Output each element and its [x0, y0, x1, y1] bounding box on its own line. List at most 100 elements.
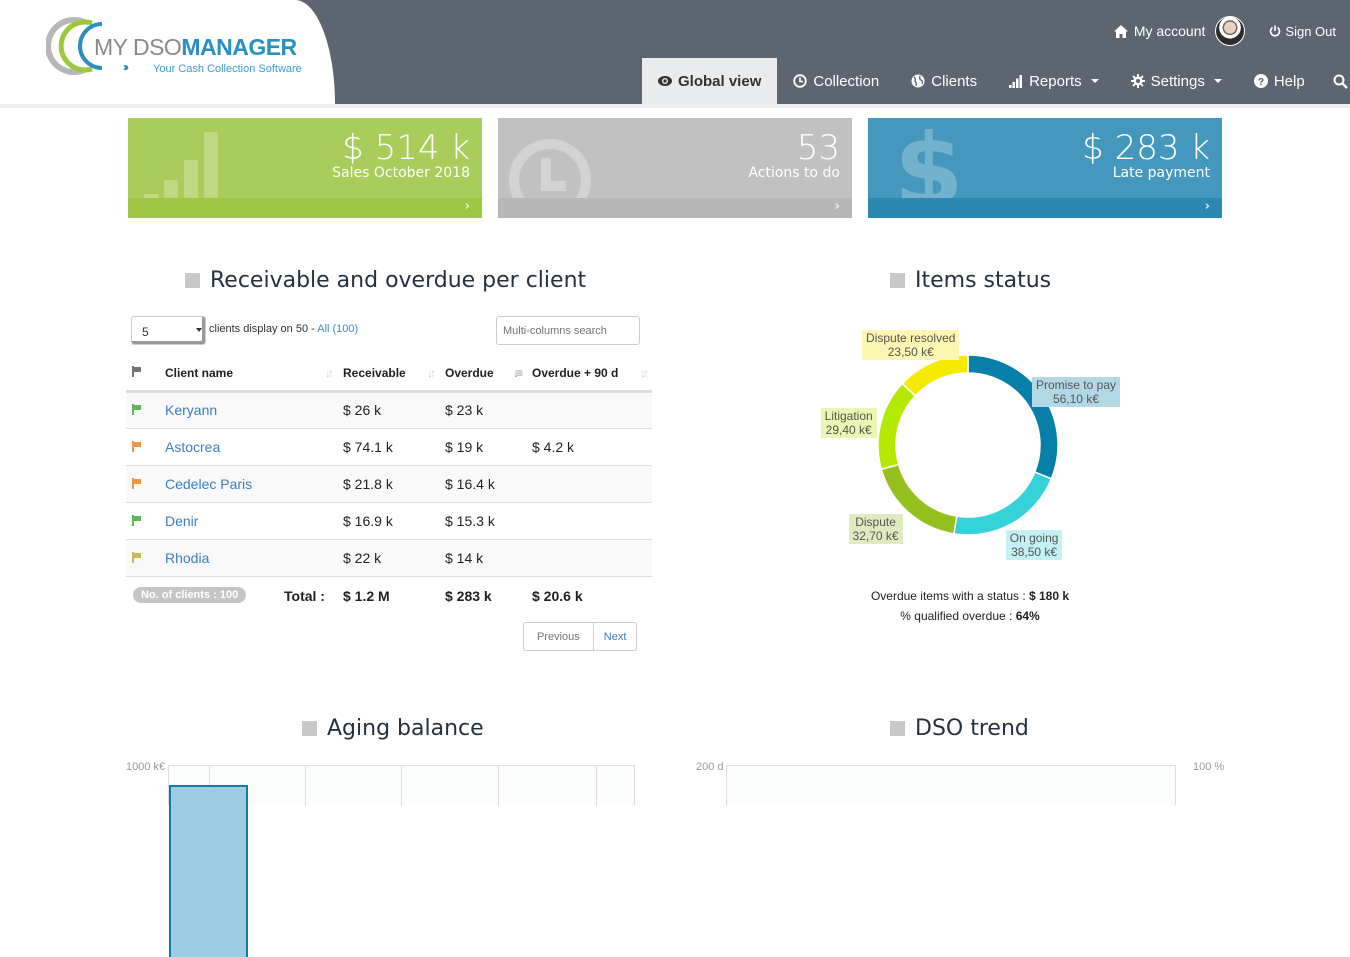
kpi-actions-card[interactable]: 53 Actions to do ›	[498, 118, 852, 218]
nav-global-view[interactable]: Global view	[642, 58, 778, 104]
kpi-late-payment-card[interactable]: $ $ 283 k Late payment ›	[868, 118, 1222, 218]
table-row[interactable]: Astocrea $ 74.1 k $ 19 k $ 4.2 k	[126, 428, 652, 466]
multi-column-search-input[interactable]	[496, 316, 640, 345]
donut-slice-promise-to-pay[interactable]	[967, 354, 1059, 480]
donut-label-category: Dispute resolved	[866, 330, 956, 345]
flag-icon	[132, 440, 142, 452]
aging-bar[interactable]	[169, 785, 248, 957]
gear-icon	[1130, 74, 1145, 88]
kpi-value: 53	[796, 128, 840, 168]
nav-settings[interactable]: Settings	[1115, 58, 1238, 104]
show-all-link[interactable]: All (100)	[317, 323, 358, 335]
client-count-badge: No. of clients : 100	[133, 587, 247, 603]
donut-slice-on-going[interactable]	[953, 471, 1053, 536]
donut-label-category: Litigation	[824, 408, 873, 423]
donut-label-value: 32,70 k€	[852, 529, 899, 544]
search-button[interactable]	[1321, 58, 1350, 104]
aging-chart-area	[168, 765, 635, 957]
donut-label-value: 56,10 k€	[1052, 392, 1099, 407]
items-status-title: Items status	[890, 268, 1051, 293]
logo-word-light: MY DSO	[94, 34, 182, 60]
client-link[interactable]: Cedelec Paris	[165, 476, 252, 492]
nav-collection[interactable]: Collection	[777, 58, 895, 104]
logo-tagline: Your Cash Collection Software	[153, 63, 302, 75]
donut-label-value: 23,50 k€	[887, 344, 934, 359]
client-link[interactable]: Keryann	[165, 402, 217, 418]
table-row[interactable]: Rhodia $ 22 k $ 14 k	[126, 539, 652, 577]
dso-y-left-tick: 200 d	[696, 761, 724, 773]
overdue-90-header[interactable]: Overdue + 90 d ↓↑	[526, 357, 652, 393]
next-page-button[interactable]: Next	[594, 623, 637, 650]
donut-label: Dispute 32,70 k€	[848, 514, 903, 545]
total-label: Total :	[284, 588, 325, 604]
flag-cell[interactable]	[126, 428, 159, 466]
nav-label: Help	[1273, 72, 1305, 90]
table-controls: 5 clients display on 50 - All (100)	[131, 316, 640, 346]
receivable-header[interactable]: Receivable ↓↑	[337, 357, 439, 393]
aging-title-text: Aging balance	[327, 716, 484, 741]
overdue-cell: $ 19 k	[439, 428, 526, 466]
donut-label: Litigation 29,40 k€	[820, 407, 877, 438]
kpi-label: Late payment	[1112, 165, 1210, 181]
summary-label: Overdue items with a status :	[870, 589, 1029, 603]
donut-label-value: 38,50 k€	[1011, 544, 1058, 559]
topbar: My account Sign Out	[1113, 14, 1336, 48]
overdue-header[interactable]: Overdue ↓≡	[439, 357, 526, 393]
receivable-cell: $ 74.1 k	[337, 428, 439, 466]
kpi-sales-card[interactable]: $ 514 k Sales October 2018 ›	[128, 118, 482, 218]
donut-label-category: On going	[1009, 530, 1059, 545]
eye-icon	[658, 76, 672, 86]
question-icon: ?	[1253, 74, 1268, 88]
table-row[interactable]: Cedelec Paris $ 21.8 k $ 16.4 k	[126, 465, 652, 503]
flag-cell[interactable]	[126, 465, 159, 503]
flag-cell[interactable]	[126, 502, 159, 540]
donut-slice-litigation[interactable]	[877, 382, 917, 471]
flag-cell[interactable]	[126, 391, 159, 429]
kpi-footer[interactable]: ›	[868, 198, 1222, 218]
clients-table: Client name ↓↑ Receivable ↓↑ Overdue ↓≡ Ove…	[126, 357, 652, 577]
gridline	[305, 766, 306, 806]
home-icon	[1113, 24, 1128, 38]
sort-icon: ↓↑	[427, 366, 436, 380]
header-underline	[0, 104, 1350, 108]
client-name-header[interactable]: Client name ↓↑	[159, 357, 337, 393]
sort-icon: ↓↑	[640, 366, 649, 380]
gridline	[401, 766, 402, 806]
nav-clients[interactable]: Clients	[895, 58, 993, 104]
previous-page-button[interactable]: Previous	[524, 623, 594, 650]
chevron-right-icon: ›	[1204, 199, 1210, 214]
svg-text:?: ?	[1258, 77, 1264, 88]
kpi-footer[interactable]: ›	[128, 198, 482, 218]
avatar[interactable]	[1215, 16, 1246, 46]
totals-row: No. of clients : 100 Total : $ 1.2 M $ 2…	[126, 583, 652, 609]
items-status-title-text: Items status	[915, 268, 1052, 293]
globe-icon	[911, 74, 925, 88]
logo[interactable]: MY DSOMANAGER ››› Your Cash Collection S…	[0, 0, 335, 104]
display-text: clients display on 50 -	[209, 323, 318, 335]
table-row[interactable]: Denir $ 16.9 k $ 15.3 k	[126, 502, 652, 540]
donut-label-category: Promise to pay	[1035, 378, 1116, 393]
nav-reports[interactable]: Reports	[993, 58, 1115, 104]
page-size-select[interactable]: 5	[131, 316, 206, 345]
client-link[interactable]: Rhodia	[165, 550, 209, 566]
client-link[interactable]: Denir	[165, 513, 198, 529]
sign-out-button[interactable]: Sign Out	[1269, 24, 1336, 39]
display-info: clients display on 50 - All (100)	[209, 323, 358, 335]
flag-column-header[interactable]	[126, 357, 159, 393]
overdue-status-summary: Overdue items with a status : $ 180 k	[820, 589, 1120, 603]
kpi-label: Actions to do	[748, 165, 840, 181]
nav-label: Settings	[1150, 72, 1205, 90]
kpi-footer[interactable]: ›	[498, 198, 852, 218]
dso-chart-area	[726, 765, 1176, 805]
nav-help[interactable]: ? Help	[1238, 58, 1321, 104]
donut-label-category: Dispute	[855, 515, 896, 530]
donut-slice-dispute-resolved[interactable]	[901, 354, 969, 397]
flag-icon	[132, 477, 142, 489]
client-link[interactable]: Astocrea	[165, 439, 220, 455]
my-account-link[interactable]: My account	[1113, 23, 1205, 39]
table-row[interactable]: Keryann $ 26 k $ 23 k	[126, 391, 652, 429]
flag-cell[interactable]	[126, 539, 159, 577]
column-label: Overdue	[445, 366, 494, 381]
receivable-cell: $ 16.9 k	[337, 502, 439, 540]
client-cell: Rhodia	[159, 539, 337, 577]
